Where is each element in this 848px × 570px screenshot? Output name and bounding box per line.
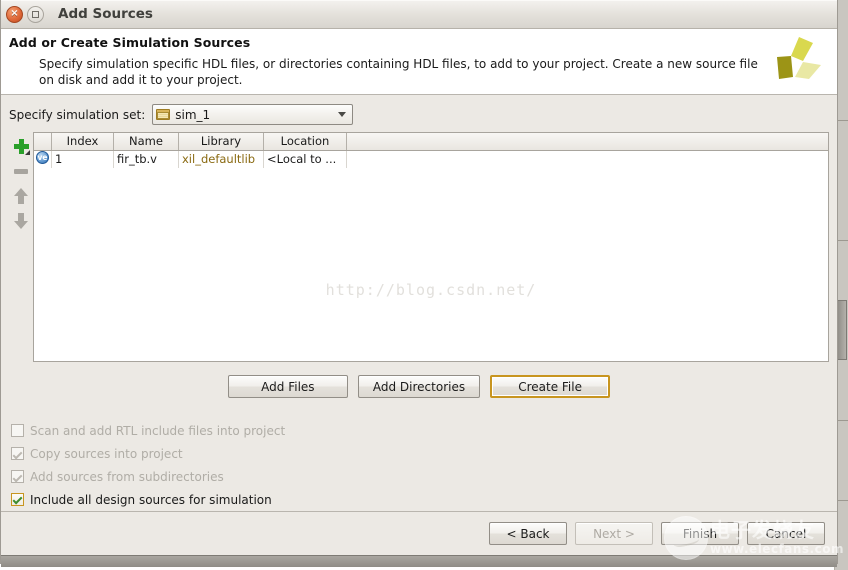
next-button[interactable]: Next > [575,522,653,545]
maximize-glyph [32,10,39,18]
options-checkbox-list: Scan and add RTL include files into proj… [11,419,829,511]
window-bottom-strip [1,555,837,567]
copy-sources-checkbox[interactable] [11,447,24,460]
copy-sources-label: Copy sources into project [30,446,183,461]
simulation-set-row: Specify simulation set: sim_1 [9,104,829,125]
window-title: Add Sources [58,6,153,22]
close-glyph: × [10,8,19,19]
dialog-header: Add or Create Simulation Sources Specify… [1,29,837,95]
cancel-button[interactable]: Cancel [747,522,825,545]
include-all-design-sources-checkbox-row[interactable]: Include all design sources for simulatio… [11,488,829,511]
simulation-set-value: sim_1 [175,107,211,122]
column-header-index[interactable]: Index [52,133,114,150]
include-all-design-sources-label: Include all design sources for simulatio… [30,492,272,507]
dialog-footer: < Back Next > Finish Cancel [1,511,837,555]
create-file-button[interactable]: Create File [490,375,611,398]
header-description: Specify simulation specific HDL files, o… [39,57,758,87]
header-title: Add or Create Simulation Sources [9,35,251,50]
minus-icon [14,168,28,174]
column-header-filler [347,133,828,150]
column-header-name[interactable]: Name [114,133,179,150]
scan-rtl-include-checkbox[interactable] [11,424,24,437]
close-icon[interactable]: × [6,5,23,23]
move-up-button[interactable] [11,186,31,206]
copy-sources-checkbox-row[interactable]: Copy sources into project [11,442,829,465]
add-sources-dialog: × Add Sources Add or Create Simulation S… [0,0,838,567]
maximize-icon[interactable] [27,5,44,23]
column-header-library[interactable]: Library [179,133,264,150]
arrow-down-icon [14,213,28,229]
file-action-buttons: Add Files Add Directories Create File [9,375,829,398]
dialog-body: Specify simulation set: sim_1 Index Name… [1,95,837,511]
add-sources-button[interactable] [11,136,31,156]
scan-rtl-include-checkbox-row[interactable]: Scan and add RTL include files into proj… [11,419,829,442]
column-header-type[interactable] [34,133,52,150]
add-files-button[interactable]: Add Files [227,375,348,398]
add-sources-subdirs-checkbox[interactable] [11,470,24,483]
add-sources-subdirs-checkbox-row[interactable]: Add sources from subdirectories [11,465,829,488]
add-sources-subdirs-label: Add sources from subdirectories [30,469,224,484]
csdn-watermark: http://blog.csdn.net/ [325,281,537,299]
cell-name: fir_tb.v [114,151,179,168]
include-all-design-sources-checkbox[interactable] [11,493,24,506]
back-button[interactable]: < Back [489,522,567,545]
scan-rtl-include-label: Scan and add RTL include files into proj… [30,423,286,438]
arrow-up-icon [14,188,28,204]
desktop-background: × Add Sources Add or Create Simulation S… [0,0,848,570]
window-titlebar[interactable]: × Add Sources [1,0,837,29]
folder-icon [156,109,171,120]
add-directories-button[interactable]: Add Directories [357,375,481,398]
sources-toolbar [9,132,33,362]
cell-location: <Local to ... [264,151,347,168]
table-header-row: Index Name Library Location [34,133,828,151]
remove-sources-button[interactable] [11,161,31,181]
table-row[interactable]: ve 1 fir_tb.v xil_defaultlib <Local to .… [34,151,828,168]
column-header-location[interactable]: Location [264,133,347,150]
move-down-button[interactable] [11,211,31,231]
cell-type: ve [34,151,52,168]
chevron-down-icon[interactable] [338,112,347,117]
plus-icon [13,138,30,155]
simulation-set-label: Specify simulation set: [9,107,146,122]
sources-table[interactable]: Index Name Library Location ve 1 fir_tb.… [33,132,829,362]
finish-button[interactable]: Finish [661,522,739,545]
cell-filler [347,151,828,168]
xilinx-logo [777,37,821,79]
verilog-file-icon: ve [36,151,49,164]
simulation-set-dropdown[interactable]: sim_1 [152,104,354,125]
cell-library: xil_defaultlib [179,151,264,168]
sources-table-area: Index Name Library Location ve 1 fir_tb.… [9,132,829,362]
cell-index: 1 [52,151,114,168]
